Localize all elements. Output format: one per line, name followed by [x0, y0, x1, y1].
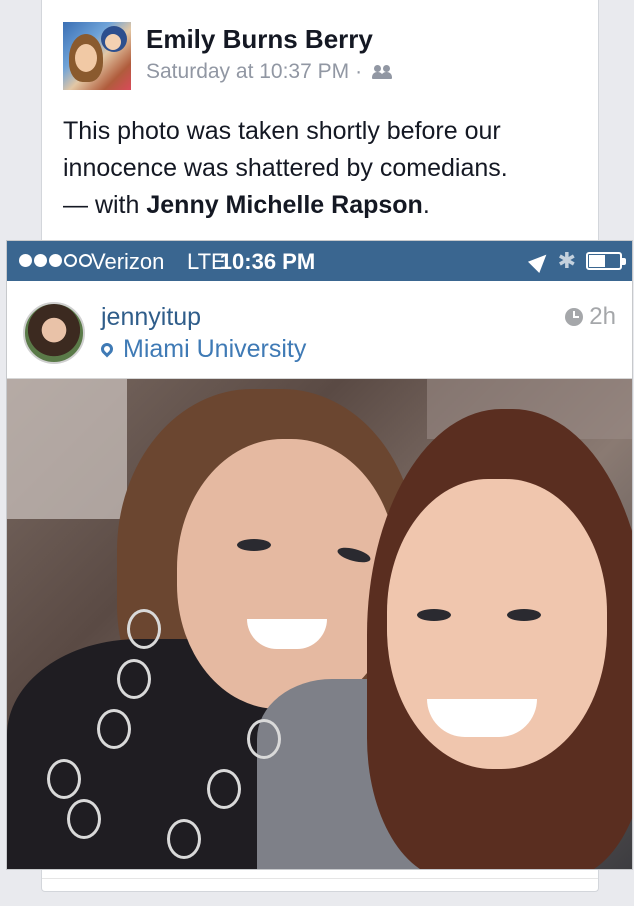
location-name: Miami University — [123, 335, 307, 363]
ios-status-bar: Verizon LTE 10:36 PM ✱ — [7, 241, 632, 281]
post-body: This photo was taken shortly before our … — [63, 117, 508, 182]
status-time: 10:36 PM — [219, 249, 316, 274]
tagged-person-link[interactable]: Jenny Michelle Rapson — [146, 191, 422, 219]
location-pin-icon — [98, 340, 116, 357]
battery-icon — [586, 252, 626, 270]
post-timestamp[interactable]: Saturday at 10:37 PM — [146, 60, 349, 84]
post-age: 2h — [565, 303, 616, 331]
post-text-end: . — [422, 191, 430, 219]
friends-icon[interactable] — [372, 64, 394, 80]
author-name[interactable]: Emily Burns Berry — [146, 24, 373, 55]
card-divider — [42, 878, 598, 879]
instagram-username[interactable]: jennyitup — [101, 303, 201, 332]
instagram-post-header: jennyitup Miami University 2h — [7, 281, 632, 379]
author-avatar[interactable] — [63, 22, 131, 90]
location-arrow-icon — [527, 248, 552, 274]
clock-icon — [565, 308, 584, 326]
shared-screenshot[interactable]: Verizon LTE 10:36 PM ✱ jennyitup Miami U… — [6, 240, 633, 870]
instagram-avatar[interactable] — [23, 302, 85, 364]
post-text: This photo was taken shortly before our … — [63, 113, 593, 224]
selfie-photo[interactable] — [7, 379, 632, 869]
bluetooth-icon: ✱ — [557, 248, 576, 273]
with-text: — with — [63, 191, 140, 219]
meta-separator: · — [355, 60, 363, 83]
post-header: Emily Burns Berry Saturday at 10:37 PM · — [63, 22, 583, 92]
post-meta: Saturday at 10:37 PM · — [146, 60, 394, 84]
post-age-text: 2h — [589, 303, 616, 330]
instagram-location[interactable]: Miami University — [98, 335, 307, 364]
